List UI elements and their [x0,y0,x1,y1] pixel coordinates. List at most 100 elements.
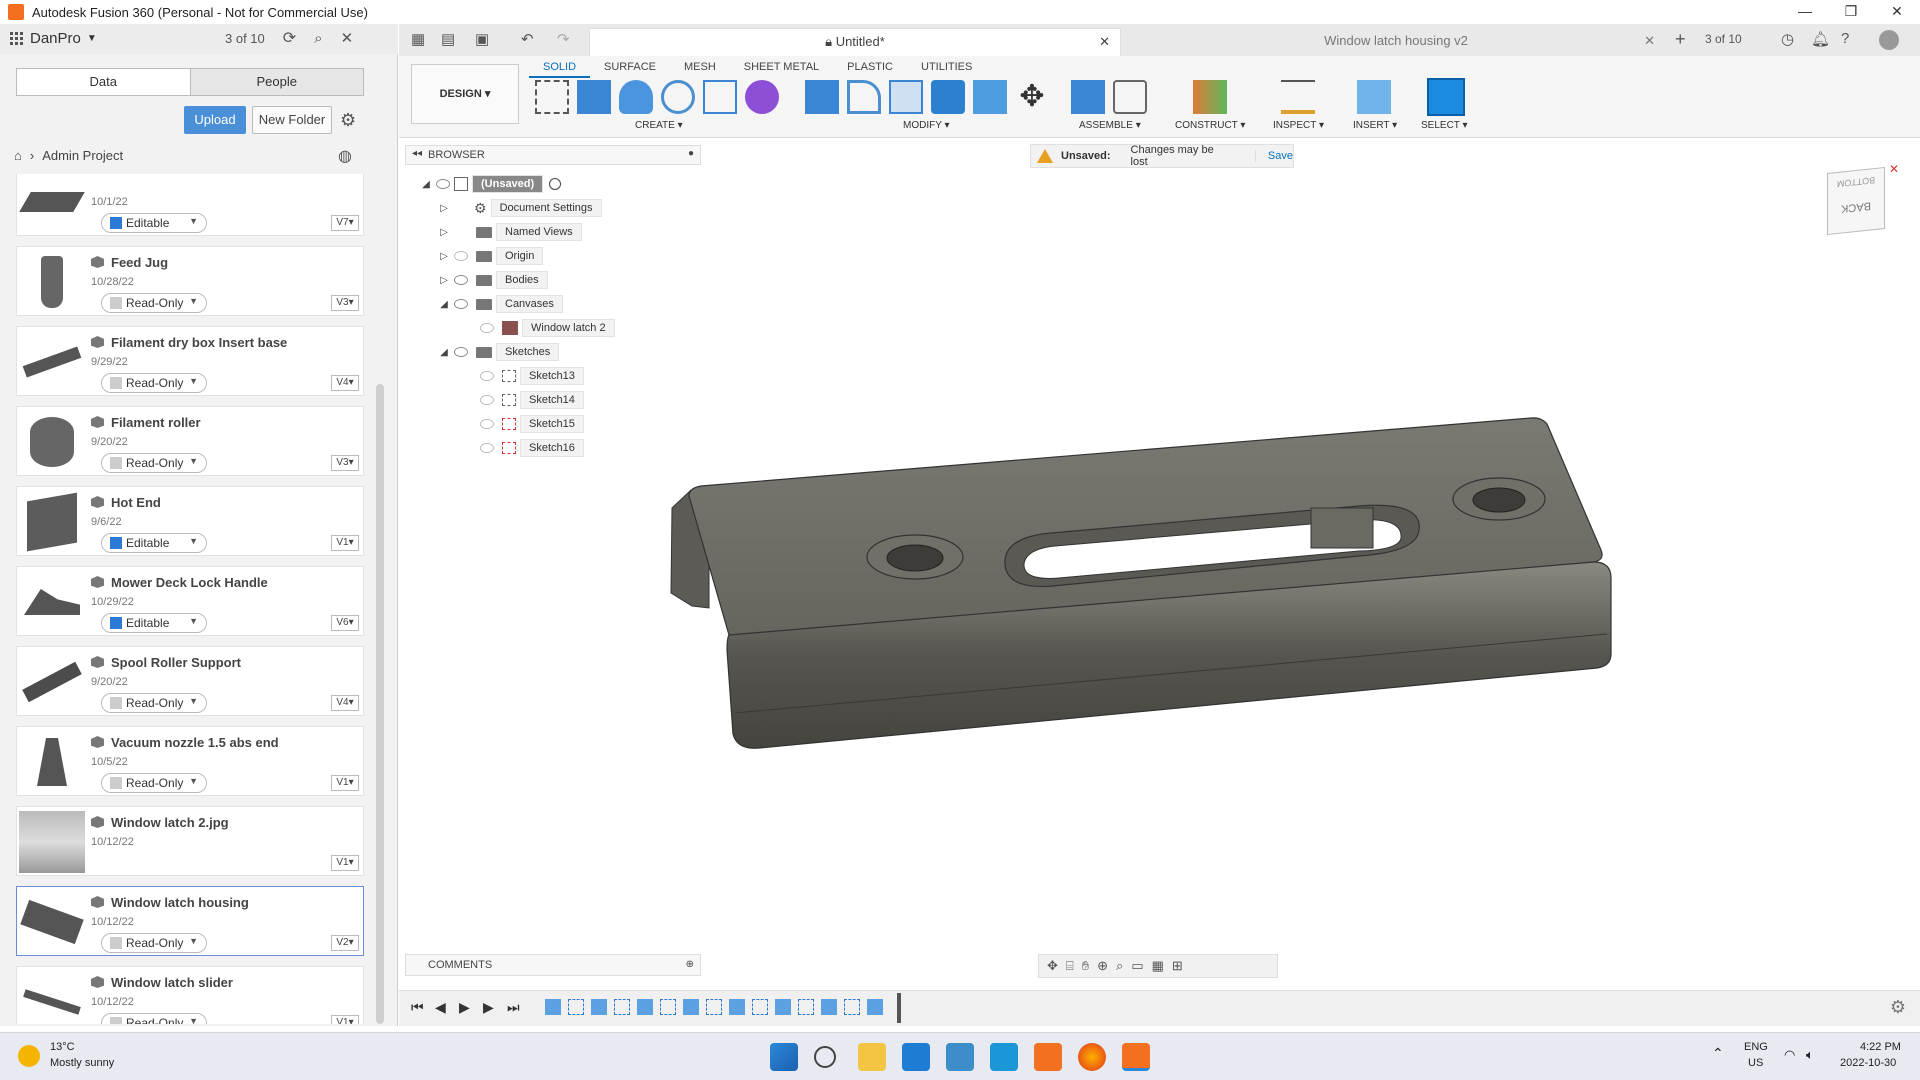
timeline-forward-icon[interactable]: ▶ [483,999,494,1016]
permission-dropdown[interactable]: Editable ▼ [101,613,207,633]
app-diamond-icon[interactable] [946,1043,974,1071]
file-name[interactable]: Spool Roller Support [111,655,241,670]
apps-grid-icon[interactable] [10,31,24,46]
file-list-scrollbar[interactable] [376,384,384,1024]
version-badge[interactable]: V6▾ [331,615,359,631]
weather-sun-icon[interactable] [18,1045,40,1067]
save-link[interactable]: Save [1254,150,1293,162]
expand-icon[interactable]: ▷ [438,275,450,286]
tab-sheet-metal[interactable]: SHEET METAL [730,58,833,78]
visibility-eye-icon[interactable] [480,395,494,405]
display-settings-icon[interactable]: ▭ [1131,958,1143,974]
file-card[interactable]: Mower Deck Lock Handle 10/29/22 Editable ▼ V… [16,566,364,636]
browser-item-named-views[interactable]: ▷ Named Views [438,222,582,242]
visibility-eye-icon[interactable] [454,299,468,309]
timeline-marker[interactable] [897,993,901,1023]
timeline-feature-icon[interactable] [729,999,745,1015]
permission-dropdown[interactable]: Read-Only ▼ [101,693,207,713]
timeline-feature-icon[interactable] [775,999,791,1015]
browser-item-sketch15[interactable]: Sketch15 [476,414,584,434]
search-taskbar-icon[interactable] [814,1046,836,1068]
select-icon[interactable] [1427,78,1465,116]
file-thumbnail[interactable] [19,971,85,1024]
notification-icon[interactable]: 🔔︎ [1811,30,1830,48]
root-label[interactable]: (Unsaved) [472,175,544,193]
file-name[interactable]: Mower Deck Lock Handle [111,575,268,590]
grid-settings-icon[interactable]: ▦ [1152,958,1164,974]
visibility-eye-icon[interactable] [480,443,494,453]
permission-dropdown[interactable]: Read-Only ▼ [101,373,207,393]
visibility-eye-icon[interactable] [454,347,468,357]
file-menu-icon[interactable]: ▤ [441,30,455,48]
clock-date[interactable]: 2022-10-30 [1840,1057,1896,1069]
permission-dropdown[interactable]: Read-Only ▼ [101,1013,207,1024]
timeline-sketch-icon[interactable] [614,999,630,1015]
new-component-icon[interactable] [1071,80,1105,114]
close-tab2-icon[interactable]: ✕ [1644,28,1655,54]
modify-menu[interactable]: MODIFY ▾ [903,120,950,131]
timeline-start-icon[interactable]: ⏮ [411,999,424,1016]
comments-add-icon[interactable]: ⊕ [686,955,694,975]
version-badge[interactable]: V4▾ [331,695,359,711]
job-counter[interactable]: 3 of 10 [1705,32,1742,46]
browser-panel-header[interactable]: ◂◂ BROWSER ● [405,145,701,165]
combine-icon[interactable] [931,80,965,114]
save-icon[interactable]: ▣ [475,30,489,48]
insert-image-icon[interactable] [1357,80,1391,114]
collapse-icon[interactable]: ◢ [438,347,450,358]
timeline-sketch-icon[interactable] [844,999,860,1015]
chevron-down-icon[interactable]: ▼ [87,33,97,44]
file-thumbnail[interactable] [19,811,85,873]
tab-solid[interactable]: SOLID [529,58,591,78]
browser-item-origin[interactable]: ▷ Origin [438,246,544,266]
file-thumbnail[interactable] [19,731,85,793]
zoom-icon[interactable]: ⊕ [1097,958,1108,974]
timeline-settings-icon[interactable]: ⚙ [1890,997,1906,1018]
upload-button[interactable]: Upload [184,106,246,134]
project-globe-icon[interactable]: ◍ [338,146,352,166]
file-counter[interactable]: 3 of 10 [225,31,265,46]
tab-plastic[interactable]: PLASTIC [833,58,907,78]
collapse-browser-icon[interactable]: ◂◂ [412,148,422,159]
fusion-active-icon[interactable] [1122,1043,1150,1071]
measure-icon[interactable] [1281,80,1315,114]
volume-icon[interactable]: 🔈︎ [1806,1047,1814,1063]
version-badge[interactable]: V1▾ [331,775,359,791]
fillet-icon[interactable] [847,80,881,114]
chamfer-icon[interactable] [889,80,923,114]
pan-icon[interactable]: ✋︎ [1082,958,1089,974]
version-badge[interactable]: V1▾ [331,535,359,551]
shell-icon[interactable] [973,80,1007,114]
file-card[interactable]: Vacuum nozzle 1.5 abs end 10/5/22 Read-Onl… [16,726,364,796]
tab-data[interactable]: Data [17,69,190,95]
move-icon[interactable]: ✥ [1015,80,1049,114]
wifi-icon[interactable]: ◠ [1784,1047,1795,1063]
tab-surface[interactable]: SURFACE [590,58,670,78]
timeline-sketch-icon[interactable] [568,999,584,1015]
new-tab-icon[interactable]: + [1675,29,1686,50]
help-icon[interactable]: ? [1841,30,1849,47]
inspect-menu[interactable]: INSPECT ▾ [1273,120,1324,131]
file-card[interactable]: Filament dry box Insert base 9/29/22 Read-… [16,326,364,396]
settings-gear-icon[interactable]: ⚙ [340,110,356,131]
timeline-play-icon[interactable]: ▶ [459,999,470,1016]
visibility-eye-icon[interactable] [454,251,468,261]
form-icon[interactable] [745,80,779,114]
look-at-icon[interactable]: ⌸ [1066,958,1074,974]
version-badge[interactable]: V2▾ [331,935,359,951]
file-card[interactable]: 10/1/22 Editable ▼ V7▾ [16,174,364,236]
timeline-back-icon[interactable]: ◀ [435,999,446,1016]
visibility-eye-icon[interactable] [436,179,450,189]
viewports-icon[interactable]: ⊞ [1172,958,1183,974]
timeline-feature-icon[interactable] [637,999,653,1015]
app-onshape-icon[interactable] [990,1043,1018,1071]
clock-icon[interactable]: ◷ [1781,30,1794,48]
start-icon[interactable] [770,1043,798,1071]
file-card[interactable]: Filament roller 9/20/22 Read-Only ▼ V3▾ [16,406,364,476]
timeline-feature-icon[interactable] [867,999,883,1015]
close-button[interactable]: ✕ [1874,0,1920,24]
file-explorer-icon[interactable] [858,1043,886,1071]
file-thumbnail[interactable] [19,891,85,953]
timeline-feature-icon[interactable] [821,999,837,1015]
orbit-icon[interactable]: ✥ [1047,958,1058,974]
